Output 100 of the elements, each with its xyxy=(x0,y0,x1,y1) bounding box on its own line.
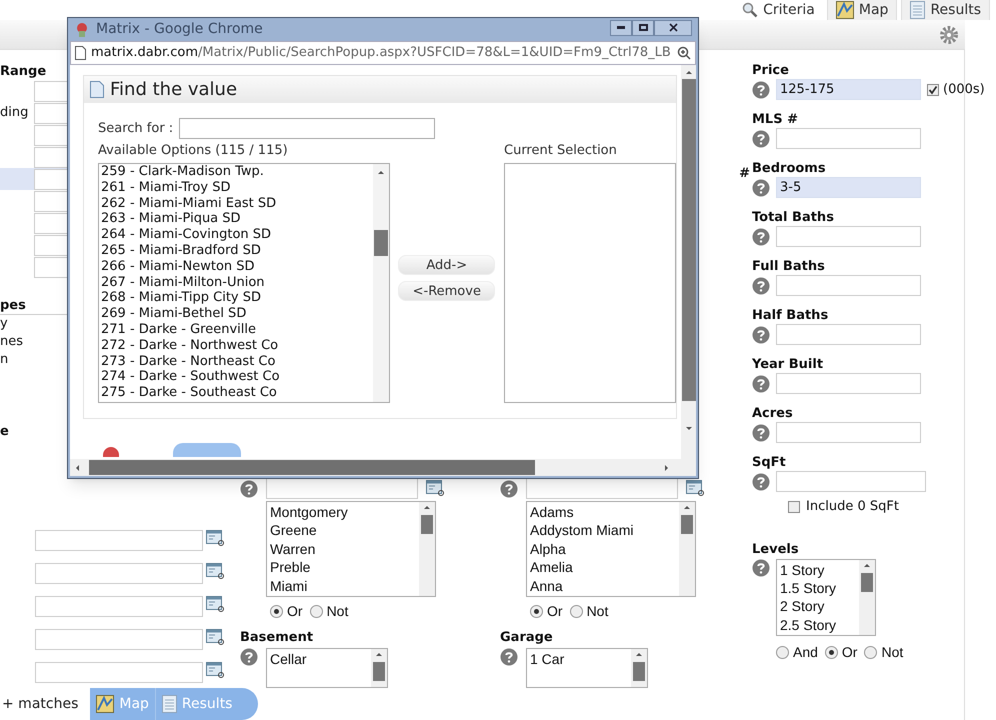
tab[interactable]: Results xyxy=(901,0,990,20)
input-field[interactable] xyxy=(776,373,921,394)
list-option[interactable]: Amelia xyxy=(530,558,676,577)
lookup-icon[interactable] xyxy=(206,563,225,580)
address-bar[interactable]: matrix.dabr.com/Matrix/Public/SearchPopup.aspx?USFCID=78&L=1&UID=Fm9_Ctrl78_LB xyxy=(70,41,696,65)
gear-icon[interactable] xyxy=(939,24,959,44)
list-option[interactable]: 265 - Miami-Bradford SD xyxy=(101,242,373,259)
radio-button[interactable] xyxy=(530,605,543,618)
list-option[interactable]: Greene xyxy=(270,521,416,540)
list-option[interactable]: 271 - Darke - Greenville xyxy=(101,322,373,338)
help-icon[interactable] xyxy=(500,480,518,498)
list-option[interactable]: 259 - Clark-Madison Twp. xyxy=(101,164,373,180)
input-field[interactable]: 3-5 xyxy=(776,177,921,198)
list-box[interactable]: Adams Addystom Miami Alpha Amelia Anna xyxy=(526,501,696,597)
input-field[interactable] xyxy=(776,128,921,149)
radio-button[interactable] xyxy=(824,646,838,658)
help-icon[interactable] xyxy=(752,130,770,148)
input-field[interactable] xyxy=(776,324,921,345)
input-field[interactable] xyxy=(776,275,921,296)
list-option[interactable]: Addystom Miami xyxy=(530,521,676,540)
input-field[interactable] xyxy=(34,124,67,146)
list-option[interactable]: Miami xyxy=(270,576,416,596)
help-icon[interactable] xyxy=(240,480,258,498)
input-field[interactable] xyxy=(34,168,67,190)
input-field[interactable] xyxy=(34,146,67,168)
list-option[interactable]: Alpha xyxy=(530,540,676,558)
help-icon[interactable] xyxy=(240,648,258,666)
help-icon[interactable] xyxy=(752,326,770,344)
input-field[interactable] xyxy=(35,596,203,617)
list-option[interactable]: 1 Car xyxy=(530,650,628,668)
list-option[interactable]: 261 - Miami-Troy SD xyxy=(101,180,373,196)
input-field[interactable] xyxy=(776,226,921,247)
radio-button[interactable] xyxy=(310,605,323,618)
input-field[interactable] xyxy=(34,212,67,234)
list-option[interactable]: 266 - Miami-Newton SD xyxy=(101,258,373,275)
help-icon[interactable] xyxy=(752,276,770,294)
help-icon[interactable] xyxy=(752,178,770,196)
list-option[interactable]: Anna xyxy=(530,576,676,596)
input-field[interactable] xyxy=(35,530,203,551)
help-icon[interactable] xyxy=(752,228,770,246)
lookup-icon[interactable] xyxy=(686,480,705,497)
checkbox[interactable] xyxy=(927,84,939,96)
list-option[interactable]: Montgomery xyxy=(270,503,416,522)
list-option[interactable]: 267 - Miami-Milton-Union xyxy=(101,274,373,290)
help-icon[interactable] xyxy=(752,558,770,576)
list-box[interactable]: Montgomery Greene Warren Preble Miami xyxy=(266,501,436,597)
input-field[interactable] xyxy=(34,256,67,278)
input-field[interactable] xyxy=(35,629,203,650)
close-button[interactable] xyxy=(654,20,692,36)
lookup-icon[interactable] xyxy=(206,662,225,679)
lookup-icon[interactable] xyxy=(426,480,445,497)
list-action-button[interactable]: Add-> xyxy=(398,255,496,275)
scrollbar[interactable] xyxy=(631,648,647,686)
maximize-button[interactable] xyxy=(632,20,654,36)
list-option[interactable]: 268 - Miami-Tipp City SD xyxy=(101,290,373,306)
list-box[interactable]: Cellar xyxy=(266,648,388,688)
list-option[interactable]: 263 - Miami-Piqua SD xyxy=(101,211,373,228)
input-field[interactable] xyxy=(34,102,67,124)
options-list[interactable] xyxy=(98,163,390,403)
lookup-icon[interactable] xyxy=(206,530,225,547)
input-field[interactable] xyxy=(526,478,678,499)
list-option[interactable]: 1 Story xyxy=(780,560,856,579)
scrollbar[interactable] xyxy=(859,560,875,634)
list-option[interactable]: 262 - Miami-Miami East SD xyxy=(101,196,373,212)
list-option[interactable]: Cellar xyxy=(270,650,368,668)
minimize-button[interactable] xyxy=(610,20,632,36)
scrollbar[interactable] xyxy=(679,502,695,596)
scrollbar[interactable] xyxy=(419,502,435,596)
list-option[interactable]: Preble xyxy=(270,558,416,577)
list-option[interactable]: 264 - Miami-Covington SD xyxy=(101,227,373,243)
radio-button[interactable] xyxy=(270,605,283,618)
help-icon[interactable] xyxy=(752,80,770,98)
list-option[interactable]: 272 - Darke - Northwest Co xyxy=(101,338,373,354)
scrollbar[interactable] xyxy=(372,164,389,402)
input-field[interactable] xyxy=(776,422,921,443)
input-field[interactable] xyxy=(34,80,67,102)
list-option[interactable]: 275 - Darke - Southeast Co xyxy=(101,385,373,401)
list-option[interactable]: 274 - Darke - Southwest Co xyxy=(101,369,373,386)
list-option[interactable]: 2 Story xyxy=(780,597,856,616)
list-option[interactable]: 269 - Miami-Bethel SD xyxy=(101,306,373,322)
radio-button[interactable] xyxy=(864,646,878,658)
input-field[interactable]: 125-175 xyxy=(776,79,921,100)
list-box[interactable]: 1 Car xyxy=(526,648,648,688)
scrollbar[interactable] xyxy=(681,65,696,459)
help-icon[interactable] xyxy=(752,374,770,392)
search-field[interactable] xyxy=(179,118,436,139)
help-icon[interactable] xyxy=(500,648,518,666)
input-field[interactable] xyxy=(34,234,67,256)
scrollbar[interactable] xyxy=(371,648,387,686)
list-option[interactable]: 1.5 Story xyxy=(780,578,856,598)
radio-button[interactable] xyxy=(570,605,583,618)
radio-button[interactable] xyxy=(776,646,789,658)
lookup-icon[interactable] xyxy=(206,596,225,613)
cancel-icon[interactable] xyxy=(103,447,119,457)
list-option[interactable]: Warren xyxy=(270,540,416,558)
help-icon[interactable] xyxy=(752,472,770,490)
input-field[interactable] xyxy=(776,471,926,492)
list-option[interactable]: Adams xyxy=(530,503,676,522)
list-option[interactable]: 273 - Darke - Northeast Co xyxy=(101,354,373,370)
tab[interactable]: Map xyxy=(826,0,898,20)
